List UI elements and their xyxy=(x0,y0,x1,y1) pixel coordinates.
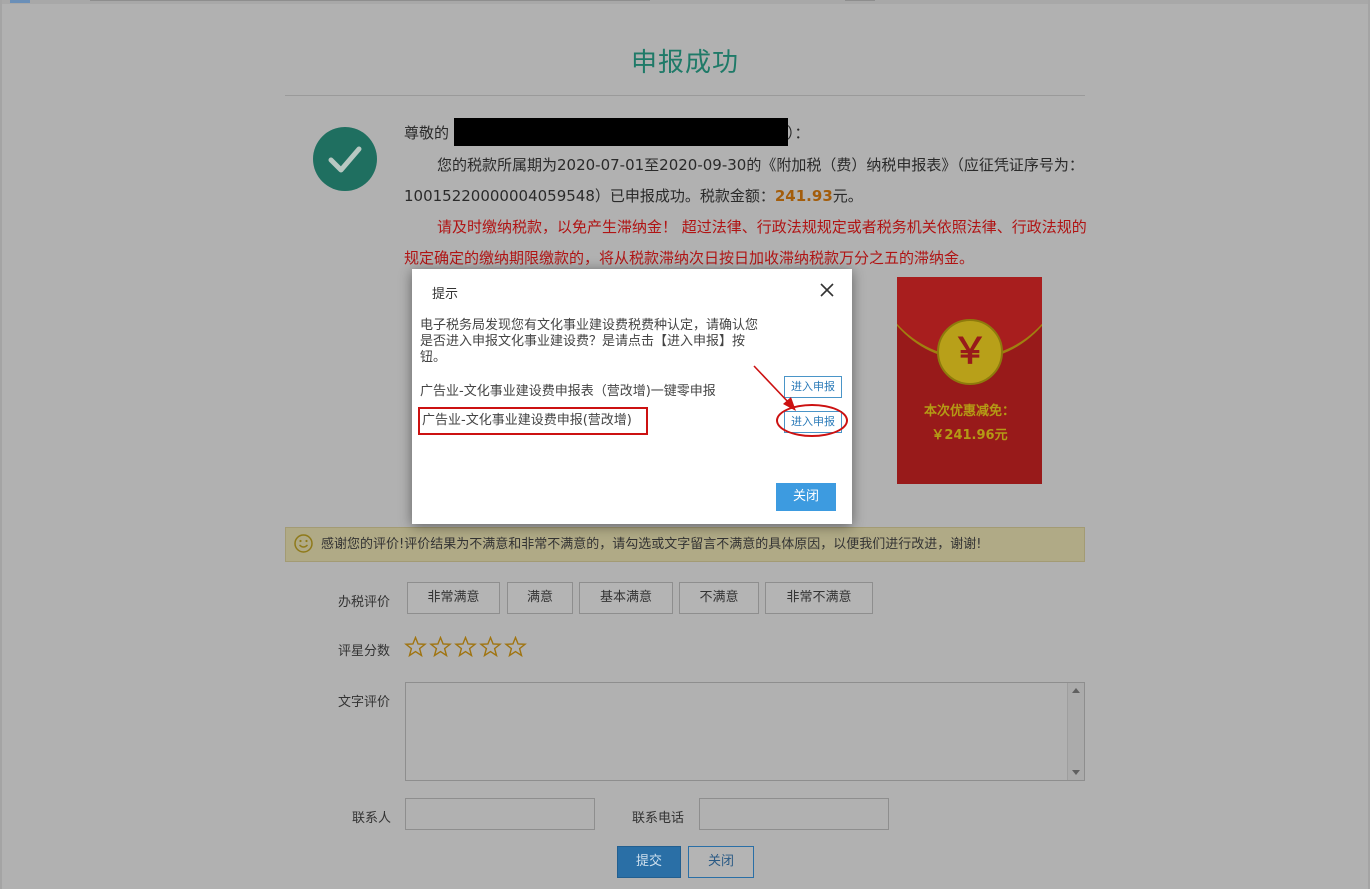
rating-very-satisfied-button[interactable]: 非常满意 xyxy=(407,582,500,614)
star-icon-3[interactable] xyxy=(454,636,479,658)
star-icon-5[interactable] xyxy=(504,636,529,658)
discount-amount: ￥241.96元 xyxy=(931,428,1008,443)
rating-label: 办税评价 xyxy=(338,595,391,610)
greeting-suffix: ）： xyxy=(787,124,810,142)
star-label: 评星分数 xyxy=(338,644,391,659)
rating-basic-satisfied-button[interactable]: 基本满意 xyxy=(579,582,673,614)
dialog-close-button[interactable]: 关闭 xyxy=(776,483,836,511)
tax-amount: 241.93 xyxy=(774,187,833,205)
late-fee-warning: 请及时缴纳税款，以免产生滞纳金！ 超过法律、行政法规规定或者税务机关依照法律、行… xyxy=(404,212,1088,274)
tab-indicator xyxy=(10,0,30,3)
discount-label: 本次优惠减免： xyxy=(923,404,1015,419)
textarea-scrollbar[interactable] xyxy=(1067,683,1084,780)
amount-unit: 元。 xyxy=(832,187,863,205)
dialog-message: 电子税务局发现您有文化事业建设费税费种认定，请确认您是否进入申报文化事业建设费？… xyxy=(420,318,759,365)
star-icon-1[interactable] xyxy=(404,636,429,658)
feedback-notice-text: 感谢您的评价!评价结果为不满意和非常不满意的，请勾选或文字留言不满意的具体原因，… xyxy=(321,537,982,552)
smile-icon xyxy=(294,534,313,553)
rating-satisfied-button[interactable]: 满意 xyxy=(507,582,573,614)
text-review-textarea[interactable] xyxy=(405,682,1085,781)
scroll-up-icon[interactable] xyxy=(1072,688,1080,693)
feedback-notice: 感谢您的评价!评价结果为不满意和非常不满意的，请勾选或文字留言不满意的具体原因，… xyxy=(285,527,1085,562)
late-fee-warning-text: 请及时缴纳税款，以免产生滞纳金！ 超过法律、行政法规规定或者税务机关依照法律、行… xyxy=(404,218,1087,267)
dialog-item-label-1: 广告业-文化事业建设费申报表（营改增)一键零申报 xyxy=(420,384,716,399)
left-edge xyxy=(0,0,2,889)
title-divider xyxy=(285,95,1085,96)
phone-input[interactable] xyxy=(699,798,889,830)
success-check-icon xyxy=(313,127,377,191)
tab-bar-line xyxy=(90,0,650,1)
feedback-close-button[interactable]: 关闭 xyxy=(688,846,754,878)
dialog-title: 提示 xyxy=(432,287,459,302)
success-message: 您的税款所属期为2020-07-01至2020-09-30的《附加税（费）纳税申… xyxy=(404,150,1088,212)
window-top-strip xyxy=(0,0,1370,4)
red-packet-discount: ￥ 本次优惠减免： ￥241.96元 xyxy=(897,277,1042,484)
greeting-prefix: 尊敬的 xyxy=(404,124,450,142)
tab-bar-line-2 xyxy=(845,0,875,1)
success-message-text: 您的税款所属期为2020-07-01至2020-09-30的《附加税（费）纳税申… xyxy=(404,156,1084,205)
text-review-label: 文字评价 xyxy=(338,695,391,710)
phone-label: 联系电话 xyxy=(632,811,685,826)
star-icon-2[interactable] xyxy=(429,636,454,658)
close-icon[interactable] xyxy=(816,279,838,301)
rating-very-unsatisfied-button[interactable]: 非常不满意 xyxy=(765,582,873,614)
dialog-item-label-2: 广告业-文化事业建设费申报(营改增) xyxy=(418,407,648,435)
star-rating xyxy=(404,636,529,662)
page-title: 申报成功 xyxy=(630,48,739,78)
rating-unsatisfied-button[interactable]: 不满意 xyxy=(679,582,759,614)
contact-label: 联系人 xyxy=(352,811,392,826)
scroll-down-icon[interactable] xyxy=(1072,770,1080,775)
contact-input[interactable] xyxy=(405,798,595,830)
star-icon-4[interactable] xyxy=(479,636,504,658)
redacted-taxpayer-name xyxy=(454,118,788,146)
submit-button[interactable]: 提交 xyxy=(617,846,681,878)
yuan-coin-icon: ￥ xyxy=(937,319,1003,385)
annotation-arrow-icon xyxy=(753,365,796,411)
